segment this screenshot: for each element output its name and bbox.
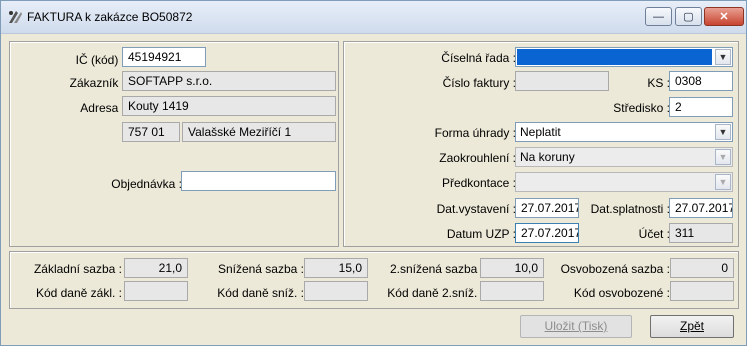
back-button[interactable]: Zpět	[650, 315, 734, 338]
window-title: FAKTURA k zakázce BO50872	[27, 10, 193, 24]
due-date-label: Dat.splatnosti :	[590, 202, 670, 216]
precontract-label: Předkontace :	[441, 176, 516, 190]
exempt-rate-label: Osvobozená sazba :	[560, 262, 670, 276]
uzp-date-label: Datum UZP :	[446, 227, 516, 241]
order-label: Objednávka :	[111, 177, 182, 191]
address-label: Adresa :	[80, 101, 125, 115]
invoice-window: FAKTURA k zakázce BO50872 — ▢ ✕ IČ (kód)…	[0, 0, 747, 346]
invoice-number-field	[515, 71, 609, 91]
minimize-button[interactable]: —	[645, 7, 672, 26]
maximize-icon: ▢	[683, 11, 694, 23]
save-print-label: Uložit (Tisk)	[544, 319, 608, 333]
address-field: Kouty 1419	[122, 96, 336, 116]
maximize-button[interactable]: ▢	[675, 7, 702, 26]
reduced2-rate-label: 2.snížená sazba :	[389, 262, 484, 276]
invoice-panel: Číselná řada : ▼ Číslo faktury : KS : 03…	[343, 41, 739, 247]
customer-panel: IČ (kód) : 45194921 Zákazník : SOFTAPP s…	[9, 41, 339, 247]
payment-select[interactable]: Neplatit ▼	[515, 122, 733, 142]
account-label: Účet :	[638, 227, 670, 241]
ks-input[interactable]: 0308	[669, 71, 733, 91]
issue-date-label: Dat.vystavení :	[436, 202, 516, 216]
chevron-down-icon: ▼	[715, 124, 731, 140]
minimize-icon: —	[653, 11, 664, 23]
series-label: Číselná řada :	[441, 51, 516, 65]
order-input[interactable]	[181, 171, 336, 191]
center-input[interactable]: 2	[669, 97, 733, 117]
tax-code-base-label: Kód daně zákl. :	[35, 286, 122, 300]
tax-code-exempt-label: Kód osvobozené :	[573, 286, 670, 300]
ic-input[interactable]: 45194921	[122, 47, 206, 67]
due-date-input[interactable]: 27.07.2017	[669, 198, 733, 218]
app-icon	[7, 9, 23, 25]
precontract-select[interactable]: ▼	[515, 172, 733, 192]
payment-label: Forma úhrady :	[434, 126, 516, 140]
base-rate-field: 21,0	[124, 258, 188, 278]
tax-code-reduced2-label: Kód daně 2.sníž. :	[387, 286, 484, 300]
customer-label: Zákazník :	[69, 76, 125, 90]
vat-panel: Základní sazba : 21,0 Snížená sazba : 15…	[9, 251, 739, 309]
rounding-select[interactable]: Na koruny ▼	[515, 147, 733, 167]
chevron-down-icon: ▼	[715, 49, 731, 65]
zip-field: 757 01	[122, 122, 180, 142]
center-label: Středisko :	[613, 101, 670, 115]
reduced-rate-field: 15,0	[304, 258, 368, 278]
series-select[interactable]: ▼	[515, 47, 733, 67]
reduced2-rate-field: 10,0	[480, 258, 544, 278]
ic-label: IČ (kód) :	[75, 53, 125, 67]
issue-date-input[interactable]: 27.07.2017	[515, 198, 579, 218]
tax-code-reduced-field	[304, 281, 368, 301]
customer-field: SOFTAPP s.r.o.	[122, 71, 336, 91]
close-icon: ✕	[719, 11, 729, 23]
tax-code-exempt-field	[670, 281, 734, 301]
rounding-label: Zaokrouhlení :	[439, 151, 516, 165]
series-selection	[517, 49, 712, 65]
invoice-number-label: Číslo faktury :	[442, 76, 516, 90]
title-bar[interactable]: FAKTURA k zakázce BO50872 — ▢ ✕	[1, 1, 746, 34]
tax-code-base-field	[124, 281, 188, 301]
payment-value: Neplatit	[520, 125, 561, 139]
rounding-value: Na koruny	[520, 150, 575, 164]
save-print-button[interactable]: Uložit (Tisk)	[520, 315, 632, 338]
uzp-date-input[interactable]: 27.07.2017	[515, 223, 579, 243]
tax-code-reduced-label: Kód daně sníž. :	[217, 286, 304, 300]
account-field: 311	[669, 223, 733, 243]
close-button[interactable]: ✕	[704, 7, 744, 26]
chevron-down-icon: ▼	[715, 174, 731, 190]
back-label: Zpět	[679, 319, 704, 333]
tax-code-reduced2-field	[480, 281, 544, 301]
chevron-down-icon: ▼	[715, 149, 731, 165]
exempt-rate-field: 0	[670, 258, 734, 278]
ks-label: KS :	[647, 76, 670, 90]
city-field: Valašské Meziříčí 1	[182, 122, 336, 142]
reduced-rate-label: Snížená sazba :	[217, 262, 304, 276]
base-rate-label: Základní sazba :	[33, 262, 122, 276]
